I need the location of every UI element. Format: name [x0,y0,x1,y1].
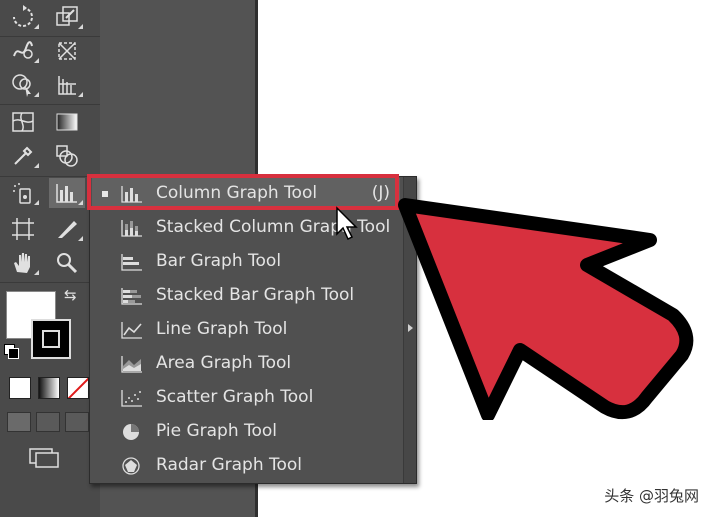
artboard-icon [12,218,34,240]
line-graph-icon [121,322,142,339]
hand-tool[interactable] [5,248,41,278]
draw-inside-button[interactable] [65,412,89,432]
default-colors-icon[interactable] [4,344,19,359]
graph-tools-flyout: Column Graph Tool (J) Stacked Column Graph… [89,176,417,484]
column-graph-tool-active[interactable] [49,178,85,208]
symbol-sprayer-icon [13,183,31,204]
rotate-icon [13,5,33,27]
pointer-arrow-annotation [398,198,694,420]
menu-item-label: Area Graph Tool [156,353,292,373]
free-transform-tool[interactable] [49,36,85,66]
menu-item-label: Stacked Bar Graph Tool [156,285,355,305]
toolbar-divider [0,104,100,105]
color-mode-button[interactable] [9,377,31,399]
menu-item-label: Bar Graph Tool [156,251,282,271]
zoom-icon [57,253,78,274]
draw-behind-button[interactable] [36,412,60,432]
radar-graph-icon [122,457,140,475]
hand-icon [14,253,30,273]
screen-mode-icon [29,448,59,468]
perspective-grid-tool[interactable] [49,70,85,100]
menu-item-label: Line Graph Tool [156,319,288,339]
none-mode-button[interactable] [67,377,89,399]
warp-tool[interactable] [5,36,41,66]
scale-tool[interactable] [49,2,85,32]
gradient-icon [56,113,78,131]
shape-builder-tool[interactable] [5,70,41,100]
column-graph-icon [56,184,77,203]
mouse-cursor-icon [336,206,358,241]
tools-panel: ⇆ [0,0,100,517]
pie-graph-icon [123,424,139,440]
shape-builder-icon [12,74,31,97]
menu-item-label: Pie Graph Tool [156,421,278,441]
scale-icon [56,6,78,26]
symbol-sprayer-tool[interactable] [5,178,41,208]
eyedropper-tool[interactable] [5,141,41,171]
free-transform-icon [58,42,76,60]
menu-item-line-graph[interactable]: Line Graph Tool [92,314,400,346]
eyedropper-icon [14,146,33,165]
menu-item-radar-graph[interactable]: Radar Graph Tool [92,450,400,482]
watermark: 头条 @羽兔网 [600,484,703,507]
mesh-tool[interactable] [5,107,41,137]
menu-item-pie-graph[interactable]: Pie Graph Tool [92,416,400,448]
swap-colors-icon[interactable]: ⇆ [64,286,77,304]
perspective-grid-icon [58,76,76,95]
menu-item-bar-graph[interactable]: Bar Graph Tool [92,246,400,278]
bar-graph-icon [121,254,142,271]
stacked-column-graph-icon [121,220,142,237]
menu-item-scatter-graph[interactable]: Scatter Graph Tool [92,382,400,414]
screen-mode-button[interactable] [28,447,62,469]
toolbar-divider [0,282,100,283]
artboard-tool[interactable] [5,214,41,244]
rotate-tool[interactable] [5,2,41,32]
warp-icon [13,41,33,59]
toolbar-divider [0,176,100,177]
stroke-swatch-inner [42,330,60,348]
stroke-swatch[interactable] [31,319,71,359]
gradient-tool[interactable] [49,107,85,137]
slice-tool[interactable] [49,214,85,244]
gradient-mode-button[interactable] [38,377,60,399]
draw-normal-button[interactable] [7,412,31,432]
highlight-annotation [87,174,399,210]
zoom-tool[interactable] [49,248,85,278]
menu-item-area-graph[interactable]: Area Graph Tool [92,348,400,380]
mesh-icon [12,112,34,132]
area-graph-icon [121,356,142,373]
blend-tool[interactable] [49,141,85,171]
menu-item-stacked-bar-graph[interactable]: Stacked Bar Graph Tool [92,280,400,312]
stacked-bar-graph-icon [121,288,142,305]
blend-icon [56,145,78,167]
menu-item-label: Scatter Graph Tool [156,387,314,407]
slice-icon [58,221,77,238]
scatter-graph-icon [121,390,142,407]
menu-item-label: Radar Graph Tool [156,455,303,475]
